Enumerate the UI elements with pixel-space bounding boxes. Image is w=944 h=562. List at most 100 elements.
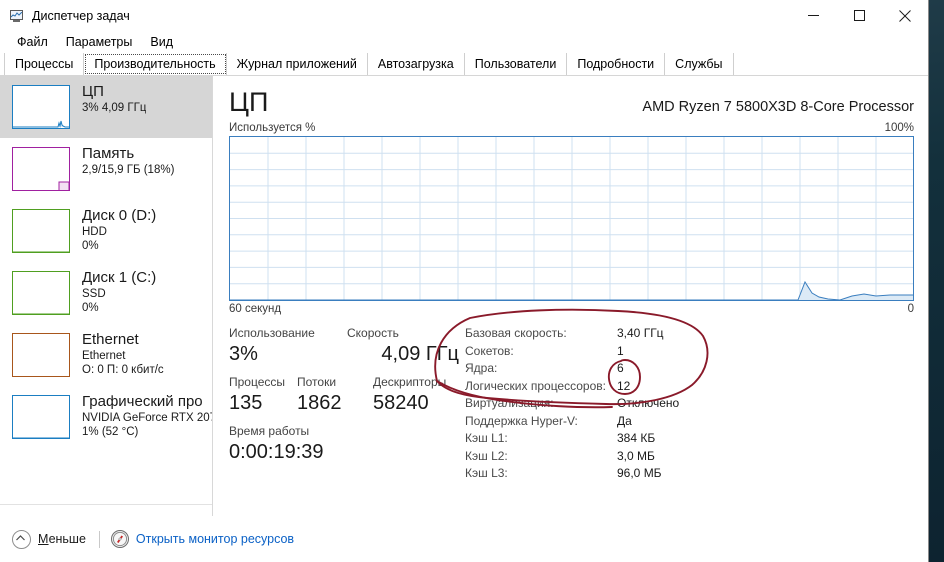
spec-base-speed: Базовая скорость: 3,40 ГГц — [465, 325, 914, 343]
spec-virtualization: Виртуализация: Отключено — [465, 395, 914, 413]
stats-row: Использование 3% Скорость 4,09 ГГц — [229, 325, 459, 367]
sidebar-item-cpu-text: ЦП 3% 4,09 ГГц — [82, 83, 146, 115]
sidebar-item-memory[interactable]: Память 2,9/15,9 ГБ (18%) — [0, 138, 212, 200]
sidebar-item-gpu[interactable]: Графический про NVIDIA GeForce RTX 207 1… — [0, 386, 212, 448]
window-title: Диспетчер задач — [32, 8, 130, 23]
tab-processes[interactable]: Процессы — [4, 53, 85, 75]
tab-users[interactable]: Пользователи — [465, 53, 568, 75]
menu-item-view[interactable]: Вид — [141, 34, 182, 51]
tab-performance[interactable]: Производительность — [84, 53, 227, 75]
graph-foot-row: 60 секунд 0 — [229, 303, 914, 315]
sidebar-item-disk-1-line1: SSD — [82, 288, 106, 300]
graph-x-axis-zero: 0 — [907, 303, 914, 315]
sidebar-item-disk-0-line1: HDD — [82, 226, 107, 238]
tab-startup[interactable]: Автозагрузка — [368, 53, 465, 75]
sidebar-item-disk-0[interactable]: Диск 0 (D:) HDD 0% — [0, 200, 212, 262]
stats-row: Время работы 0:00:19:39 — [229, 423, 459, 465]
stat-processes-value: 135 — [229, 392, 263, 414]
sidebar-item-ethernet-title: Ethernet — [82, 331, 139, 348]
sidebar-item-gpu-line2: 1% (52 °C) — [82, 426, 139, 438]
sidebar-item-disk-1[interactable]: Диск 1 (C:) SSD 0% — [0, 262, 212, 324]
graph-y-axis-label: Используется % — [229, 122, 316, 134]
fewer-details-accel: М — [38, 532, 49, 546]
stat-processes-label: Процессы — [229, 375, 286, 389]
stat-utilization-label: Использование — [229, 326, 315, 340]
stat-handles-label: Дескрипторы — [373, 375, 447, 389]
sidebar-item-gpu-title: Графический про — [82, 393, 203, 410]
stat-speed: Скорость 4,09 ГГц — [347, 325, 459, 367]
resource-sidebar[interactable]: ЦП 3% 4,09 ГГц Память 2,9/15,9 ГБ (18%) — [0, 76, 213, 538]
sidebar-divider — [0, 504, 212, 505]
page-title: ЦП — [229, 87, 269, 117]
caption-button-group — [790, 0, 928, 31]
stat-utilization-value: 3% — [229, 343, 258, 365]
spec-sockets: Сокетов: 1 — [465, 343, 914, 361]
spec-logical-processors: Логических процессоров: 12 — [465, 378, 914, 396]
gpu-thumbnail-graph — [12, 395, 70, 439]
spec-sockets-label: Сокетов: — [465, 343, 514, 358]
tab-services[interactable]: Службы — [665, 53, 734, 75]
spec-hyperv-value: Да — [617, 413, 632, 428]
open-resource-monitor-link[interactable]: Открыть монитор ресурсов — [110, 530, 295, 548]
status-bar: Меньше Открыть монитор ресурсов — [0, 516, 928, 562]
spec-hyperv-label: Поддержка Hyper-V: — [465, 413, 578, 428]
disk1-thumbnail-graph — [12, 271, 70, 315]
sidebar-item-ethernet-line1: Ethernet — [82, 350, 126, 362]
close-button[interactable] — [882, 0, 928, 31]
resource-monitor-icon — [110, 530, 129, 548]
spec-cores: Ядра: 6 — [465, 360, 914, 378]
stat-uptime-label: Время работы — [229, 424, 310, 438]
spec-logical-processors-label: Логических процессоров: — [465, 378, 606, 393]
open-resource-monitor-label: Открыть монитор ресурсов — [135, 532, 295, 546]
task-manager-icon — [9, 8, 25, 24]
disk0-thumbnail-graph — [12, 209, 70, 253]
stat-processes: Процессы 135 — [229, 374, 297, 416]
minimize-button[interactable] — [790, 0, 836, 31]
spec-l1-cache-label: Кэш L1: — [465, 431, 508, 445]
tab-details[interactable]: Подробности — [567, 53, 666, 75]
stat-threads-value: 1862 — [297, 392, 342, 414]
stat-threads: Потоки 1862 — [297, 374, 373, 416]
sidebar-item-ethernet-text: Ethernet Ethernet О: 0 П: 0 кбит/с — [82, 331, 164, 377]
sidebar-item-disk-1-text: Диск 1 (C:) SSD 0% — [82, 269, 156, 315]
spec-virtualization-value: Отключено — [617, 396, 680, 410]
task-manager-window: Диспетчер задач Файл Параметры Вид Проце… — [0, 0, 929, 562]
spec-l2-cache-value: 3,0 МБ — [617, 448, 655, 463]
sidebar-item-disk-0-title: Диск 0 (D:) — [82, 207, 157, 224]
graph-caption-row: Используется % 100% — [229, 122, 914, 134]
fewer-details-rest: еньше — [48, 532, 86, 546]
cpu-utilization-graph[interactable] — [229, 136, 914, 301]
menu-item-file[interactable]: Файл — [8, 34, 57, 51]
stat-threads-label: Потоки — [297, 375, 337, 389]
fewer-details-label: Меньше — [38, 532, 86, 546]
sidebar-item-cpu[interactable]: ЦП 3% 4,09 ГГц — [0, 76, 212, 138]
sidebar-item-disk-1-title: Диск 1 (C:) — [82, 269, 157, 286]
performance-detail-pane: ЦП AMD Ryzen 7 5800X3D 8-Core Processor … — [213, 76, 928, 538]
status-separator — [98, 530, 100, 548]
sidebar-item-cpu-line1: 3% 4,09 ГГц — [82, 102, 147, 114]
stat-speed-label: Скорость — [347, 326, 399, 340]
spec-cores-label: Ядра: — [465, 361, 498, 375]
sidebar-item-ethernet[interactable]: Ethernet Ethernet О: 0 П: 0 кбит/с — [0, 324, 212, 386]
stat-uptime: Время работы 0:00:19:39 — [229, 423, 429, 465]
ethernet-thumbnail-graph — [12, 333, 70, 377]
sidebar-item-disk-0-text: Диск 0 (D:) HDD 0% — [82, 207, 156, 253]
cpu-model-name: AMD Ryzen 7 5800X3D 8-Core Processor — [642, 99, 914, 115]
spec-sockets-value: 1 — [617, 343, 624, 358]
menu-item-options[interactable]: Параметры — [57, 34, 142, 51]
sidebar-item-cpu-title: ЦП — [82, 83, 104, 100]
menu-bar: Файл Параметры Вид — [0, 31, 928, 53]
spec-cores-value: 6 — [617, 361, 624, 375]
maximize-button[interactable] — [836, 0, 882, 31]
sidebar-item-ethernet-line2: О: 0 П: 0 кбит/с — [82, 364, 164, 376]
primary-stats: Использование 3% Скорость 4,09 ГГц Проце… — [229, 325, 459, 483]
memory-thumbnail-graph — [12, 147, 70, 191]
sidebar-item-disk-0-line2: 0% — [82, 240, 99, 252]
sidebar-item-disk-1-line2: 0% — [82, 302, 99, 314]
sidebar-item-memory-text: Память 2,9/15,9 ГБ (18%) — [82, 145, 174, 177]
spec-l3-cache: Кэш L3: 96,0 МБ — [465, 465, 914, 483]
stat-utilization: Использование 3% — [229, 325, 347, 367]
tab-app-history[interactable]: Журнал приложений — [227, 53, 368, 75]
fewer-details-button[interactable]: Меньше — [12, 529, 86, 549]
cpu-thumbnail-graph — [12, 85, 70, 129]
